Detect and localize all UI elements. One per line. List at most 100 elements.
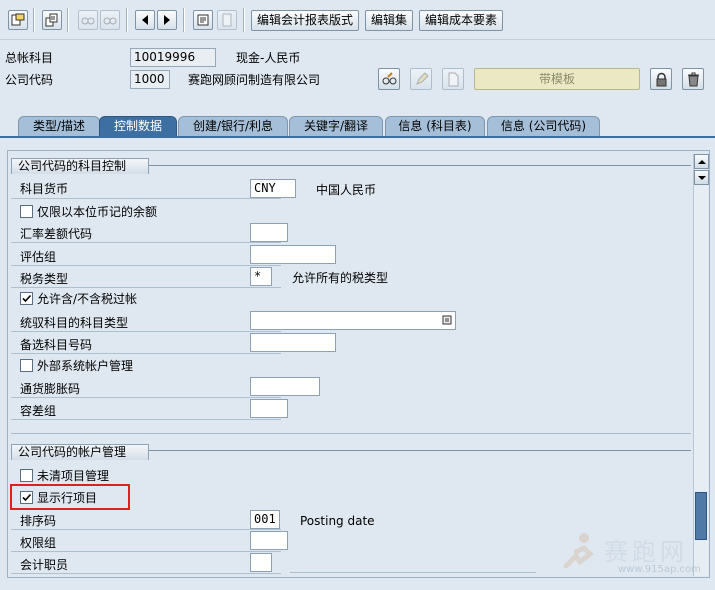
edit-fs-version-button[interactable]: 编辑会计报表版式 <box>251 10 360 31</box>
exchange-rate-diff-input[interactable] <box>250 223 288 242</box>
tolerance-group-label: 容差组 <box>20 404 57 418</box>
display-toggle-button[interactable] <box>378 68 400 90</box>
vertical-scrollbar[interactable] <box>693 154 709 576</box>
gl-account-field[interactable]: 10019996 <box>130 48 216 67</box>
inflation-key-input[interactable] <box>250 377 320 396</box>
auth-group-input[interactable] <box>250 531 288 550</box>
tax-category-row: 税务类型 <box>11 267 281 288</box>
watermark-url: www.915ap.com <box>618 564 701 575</box>
recon-account-type-label: 统驭科目的科目类型 <box>20 316 129 330</box>
runner-logo-icon <box>563 533 594 569</box>
valuation-group-input[interactable] <box>250 245 336 264</box>
company-code-field[interactable]: 1000 <box>130 70 170 89</box>
previous-object-button[interactable] <box>78 10 98 30</box>
copy-button[interactable] <box>217 10 237 30</box>
gl-account-label: 总帐科目 <box>5 51 54 65</box>
group-divider <box>11 433 691 434</box>
account-control-group-title: 公司代码的科目控制 <box>11 158 150 174</box>
glasses-left-icon <box>81 17 95 25</box>
previous-button[interactable] <box>135 10 155 30</box>
glasses-pencil-icon <box>382 71 396 84</box>
edit-cost-element-button[interactable]: 编辑成本要素 <box>419 10 504 31</box>
alternative-account-input[interactable] <box>250 333 336 352</box>
block-button[interactable] <box>650 68 672 90</box>
recon-account-type-select[interactable] <box>250 311 456 330</box>
glasses-right-icon <box>103 17 117 25</box>
tax-category-description: 允许所有的税类型 <box>292 271 389 285</box>
tab-strip-underline <box>0 136 715 138</box>
other-account-button[interactable] <box>42 10 62 30</box>
auth-group-label: 权限组 <box>20 536 57 550</box>
alternative-account-label: 备选科目号码 <box>20 338 93 352</box>
highlight-box <box>10 484 130 510</box>
next-button[interactable] <box>157 10 177 30</box>
arrow-right-icon <box>164 15 170 25</box>
company-code-description: 赛跑网顾问制造有限公司 <box>188 73 321 87</box>
scroll-up-button[interactable] <box>694 154 709 169</box>
clerk-underline <box>290 572 536 573</box>
toolbar-separator <box>33 8 35 32</box>
tolerance-group-row: 容差组 <box>11 399 281 420</box>
create-button[interactable] <box>442 68 464 90</box>
with-template-button[interactable]: 带模板 <box>474 68 640 90</box>
tax-category-label: 税务类型 <box>20 272 69 286</box>
print-icon <box>197 14 209 26</box>
accounting-clerk-input[interactable] <box>250 553 272 572</box>
watermark-text: 赛跑网 <box>604 538 688 566</box>
account-currency-input[interactable]: CNY <box>250 179 296 198</box>
valuation-group-row: 评估组 <box>11 245 281 266</box>
tab-type-description[interactable]: 类型/描述 <box>18 116 100 136</box>
local-currency-only-label: 仅限以本位币记的余额 <box>37 205 158 219</box>
tab-keyword-translation[interactable]: 关键字/翻译 <box>289 116 383 136</box>
checkmark-icon <box>22 294 32 303</box>
toolbar-separator <box>243 8 245 32</box>
change-button[interactable] <box>410 68 432 90</box>
posting-without-tax-checkbox[interactable] <box>20 292 33 305</box>
account-currency-description: 中国人民币 <box>316 183 377 197</box>
tab-create-bank-interest[interactable]: 创建/银行/利息 <box>178 116 288 136</box>
delete-button[interactable] <box>682 68 704 90</box>
tax-category-input[interactable]: * <box>250 267 272 286</box>
edit-set-button[interactable]: 编辑集 <box>365 10 414 31</box>
open-item-checkbox[interactable] <box>20 469 33 482</box>
sort-key-description: Posting date <box>300 514 375 528</box>
tab-info-chart-of-accounts[interactable]: 信息 (科目表) <box>385 116 485 136</box>
display-change-icon <box>11 13 25 26</box>
account-management-group-title: 公司代码的帐户管理 <box>11 444 150 460</box>
lock-icon <box>656 72 666 86</box>
accounting-clerk-label: 会计职员 <box>20 558 69 572</box>
alternative-account-row: 备选科目号码 <box>11 333 281 354</box>
toolbar-separator <box>67 8 69 32</box>
valuation-group-label: 评估组 <box>20 250 57 264</box>
company-code-label: 公司代码 <box>5 73 54 87</box>
accounting-clerk-row: 会计职员 <box>11 553 281 574</box>
account-currency-label: 科目货币 <box>20 182 69 196</box>
sort-key-label: 排序码 <box>20 514 57 528</box>
pencil-icon <box>415 71 429 85</box>
arrow-down-icon <box>697 175 706 180</box>
gl-account-description: 现金-人民币 <box>236 51 301 65</box>
print-button[interactable] <box>193 10 213 30</box>
inflation-key-label: 通货膨胀码 <box>20 382 81 396</box>
sort-key-input[interactable]: 001 <box>250 510 280 529</box>
dropdown-list-icon <box>442 315 452 325</box>
exchange-rate-row: 汇率差额代码 <box>11 222 281 243</box>
blank-document-icon <box>448 72 458 86</box>
external-mgmt-checkbox[interactable] <box>20 359 33 372</box>
tab-control-data[interactable]: 控制数据 <box>99 116 177 136</box>
exchange-rate-diff-label: 汇率差额代码 <box>20 227 93 241</box>
tab-info-company-code[interactable]: 信息 (公司代码) <box>487 116 600 136</box>
external-mgmt-label: 外部系统帐户管理 <box>37 359 134 373</box>
next-object-button[interactable] <box>100 10 120 30</box>
tolerance-group-input[interactable] <box>250 399 288 418</box>
display-change-button[interactable] <box>8 10 28 30</box>
local-currency-only-checkbox[interactable] <box>20 205 33 218</box>
watermark: 赛跑网 www.915ap.com <box>560 528 710 580</box>
account-currency-row: 科目货币 <box>11 178 281 199</box>
scroll-down-button[interactable] <box>694 170 709 185</box>
other-object-icon <box>45 13 58 27</box>
arrow-up-icon <box>697 159 706 164</box>
arrow-left-icon <box>142 15 148 25</box>
auth-group-row: 权限组 <box>11 531 281 552</box>
toolbar-separator <box>183 8 185 32</box>
